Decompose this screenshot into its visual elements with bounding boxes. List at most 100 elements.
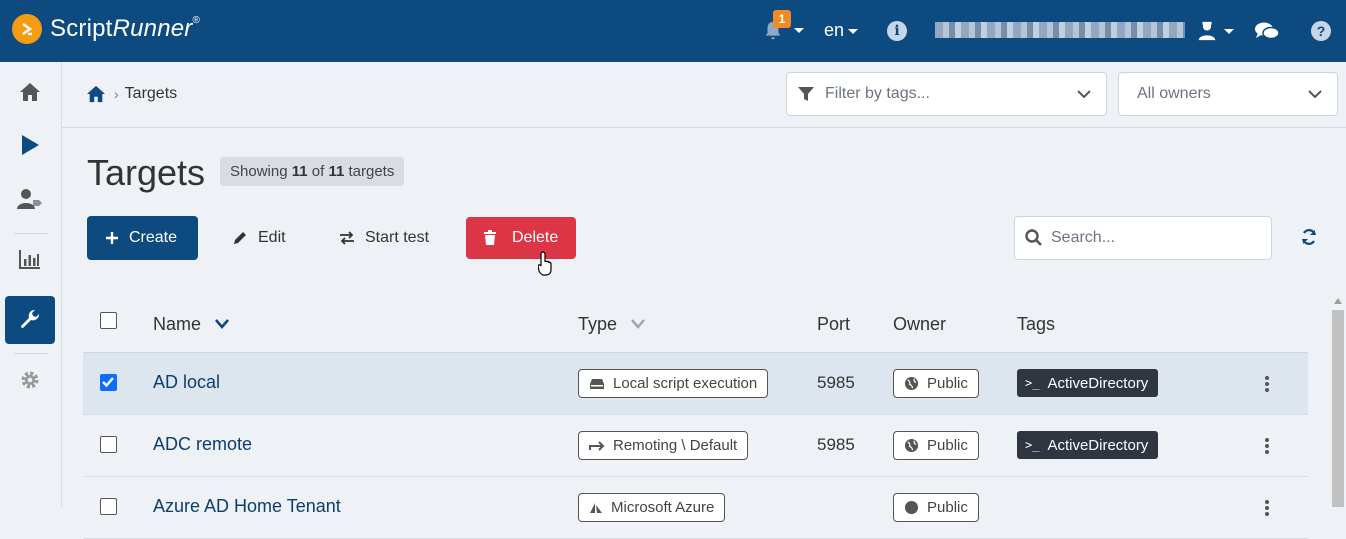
- sidebar-divider: [14, 353, 48, 354]
- wrench-icon: [21, 309, 40, 328]
- port-value: 5985: [817, 435, 855, 454]
- edit-label: Edit: [258, 229, 286, 246]
- type-badge: Microsoft Azure: [578, 493, 726, 522]
- owner-filter-value: All owners: [1137, 85, 1211, 102]
- breadcrumb: › Targets: [86, 85, 177, 103]
- column-header-name[interactable]: Name: [153, 314, 230, 335]
- chevron-down-icon: [1077, 90, 1091, 99]
- chevron-down-icon: [1308, 90, 1322, 99]
- play-icon: [22, 135, 39, 155]
- notifications-button[interactable]: 1: [762, 10, 804, 46]
- column-header-tags[interactable]: Tags: [1017, 314, 1055, 335]
- type-badge: Local script execution: [578, 369, 769, 398]
- delete-button[interactable]: Delete: [466, 217, 576, 259]
- column-header-port[interactable]: Port: [817, 314, 850, 335]
- tag-badge[interactable]: >_ ActiveDirectory: [1017, 369, 1159, 397]
- table-row[interactable]: ADC remote Remoting \ Default 5985 Publi…: [83, 415, 1308, 477]
- table-row[interactable]: Azure AD Home Tenant Microsoft Azure Pub…: [83, 477, 1308, 539]
- owner-badge: Public: [893, 369, 979, 398]
- scroll-up-arrow-icon[interactable]: [1334, 298, 1342, 304]
- row-actions-menu-icon[interactable]: [1265, 500, 1269, 518]
- start-test-label: Start test: [365, 229, 430, 246]
- owner-badge: Public: [893, 493, 979, 522]
- sidebar-item-run[interactable]: [5, 121, 55, 169]
- user-tag-icon: [17, 189, 42, 209]
- column-header-owner[interactable]: Owner: [893, 314, 946, 335]
- sidebar-item-configuration[interactable]: [5, 296, 55, 344]
- globe-icon: [904, 438, 919, 453]
- chevron-down-icon: [1224, 29, 1234, 34]
- sidebar-item-users[interactable]: [5, 175, 55, 223]
- sidebar: [0, 62, 62, 507]
- hand-cursor-icon: [537, 251, 556, 282]
- language-label: en: [824, 20, 845, 40]
- globe-icon: [904, 376, 919, 391]
- sidebar-divider: [14, 233, 48, 234]
- trash-icon: [484, 230, 496, 245]
- info-icon[interactable]: i: [887, 21, 907, 41]
- sidebar-item-settings[interactable]: [5, 356, 55, 404]
- terminal-icon: >_: [1025, 438, 1040, 452]
- port-value: 5985: [817, 373, 855, 392]
- delete-label: Delete: [512, 229, 559, 246]
- chevron-down-icon: [631, 319, 645, 329]
- scroll-thumb[interactable]: [1332, 310, 1344, 507]
- row-actions-menu-icon[interactable]: [1265, 376, 1269, 394]
- start-test-button[interactable]: Start test: [339, 216, 429, 260]
- tag-filter-placeholder: Filter by tags...: [825, 85, 930, 102]
- refresh-button[interactable]: [1300, 228, 1318, 251]
- row-actions-menu-icon[interactable]: [1265, 438, 1269, 456]
- owner-badge: Public: [893, 431, 979, 460]
- table-row[interactable]: AD local Local script execution 5985 Pub…: [83, 353, 1308, 415]
- question-icon[interactable]: ?: [1311, 21, 1331, 41]
- plus-icon: [106, 232, 118, 244]
- tag-filter-dropdown[interactable]: Filter by tags...: [786, 72, 1107, 116]
- page-title: Targets: [87, 152, 206, 193]
- row-checkbox[interactable]: [100, 374, 117, 391]
- language-selector[interactable]: en: [824, 20, 859, 41]
- user-menu-button[interactable]: [1196, 20, 1234, 47]
- chevron-right-icon: ›: [114, 86, 119, 102]
- tag-badge[interactable]: >_ ActiveDirectory: [1017, 431, 1159, 459]
- user-icon: [1198, 21, 1216, 41]
- pencil-icon: [234, 232, 246, 244]
- chevron-down-icon: [794, 28, 804, 33]
- search-input[interactable]: Search...: [1014, 216, 1272, 260]
- check-icon: [102, 377, 114, 388]
- table-scrollbar[interactable]: [1332, 298, 1344, 507]
- select-all-checkbox[interactable]: [100, 312, 117, 329]
- globe-icon: [904, 500, 919, 515]
- table-header: Name Type Port Owner Tags: [83, 294, 1308, 353]
- breadcrumb-bar: › Targets Filter by tags... All owners: [62, 62, 1346, 128]
- type-badge: Remoting \ Default: [578, 431, 749, 460]
- azure-icon: [589, 502, 603, 514]
- target-name-link[interactable]: AD local: [153, 372, 220, 393]
- chart-icon: [19, 250, 40, 269]
- refresh-icon: [1301, 229, 1317, 245]
- chat-button[interactable]: [1254, 20, 1280, 47]
- home-icon: [20, 83, 40, 101]
- column-header-type[interactable]: Type: [578, 314, 646, 335]
- chevron-down-icon: [848, 28, 859, 34]
- search-icon: [1025, 229, 1042, 246]
- target-name-link[interactable]: ADC remote: [153, 434, 252, 455]
- arrow-right-icon: [589, 440, 605, 452]
- gear-icon: [21, 371, 39, 389]
- owner-filter-dropdown[interactable]: All owners: [1118, 72, 1338, 116]
- sidebar-item-home[interactable]: [5, 68, 55, 116]
- brand-name: ScriptRunner®: [50, 15, 201, 42]
- scriptrunner-logo[interactable]: ScriptRunner®: [12, 14, 200, 44]
- notification-count-badge: 1: [773, 10, 791, 28]
- top-navbar: ScriptRunner® 1 en i ?: [0, 0, 1346, 62]
- chevron-down-icon: [215, 319, 230, 329]
- create-label: Create: [129, 229, 178, 246]
- comments-icon: [1255, 22, 1280, 40]
- home-icon[interactable]: [86, 85, 106, 103]
- search-placeholder: Search...: [1051, 229, 1116, 246]
- drive-icon: [589, 378, 605, 390]
- row-checkbox[interactable]: [100, 436, 117, 453]
- breadcrumb-current: Targets: [124, 85, 178, 102]
- sidebar-item-reports[interactable]: [5, 235, 55, 283]
- create-button[interactable]: Create: [87, 216, 198, 260]
- edit-button[interactable]: Edit: [232, 216, 286, 260]
